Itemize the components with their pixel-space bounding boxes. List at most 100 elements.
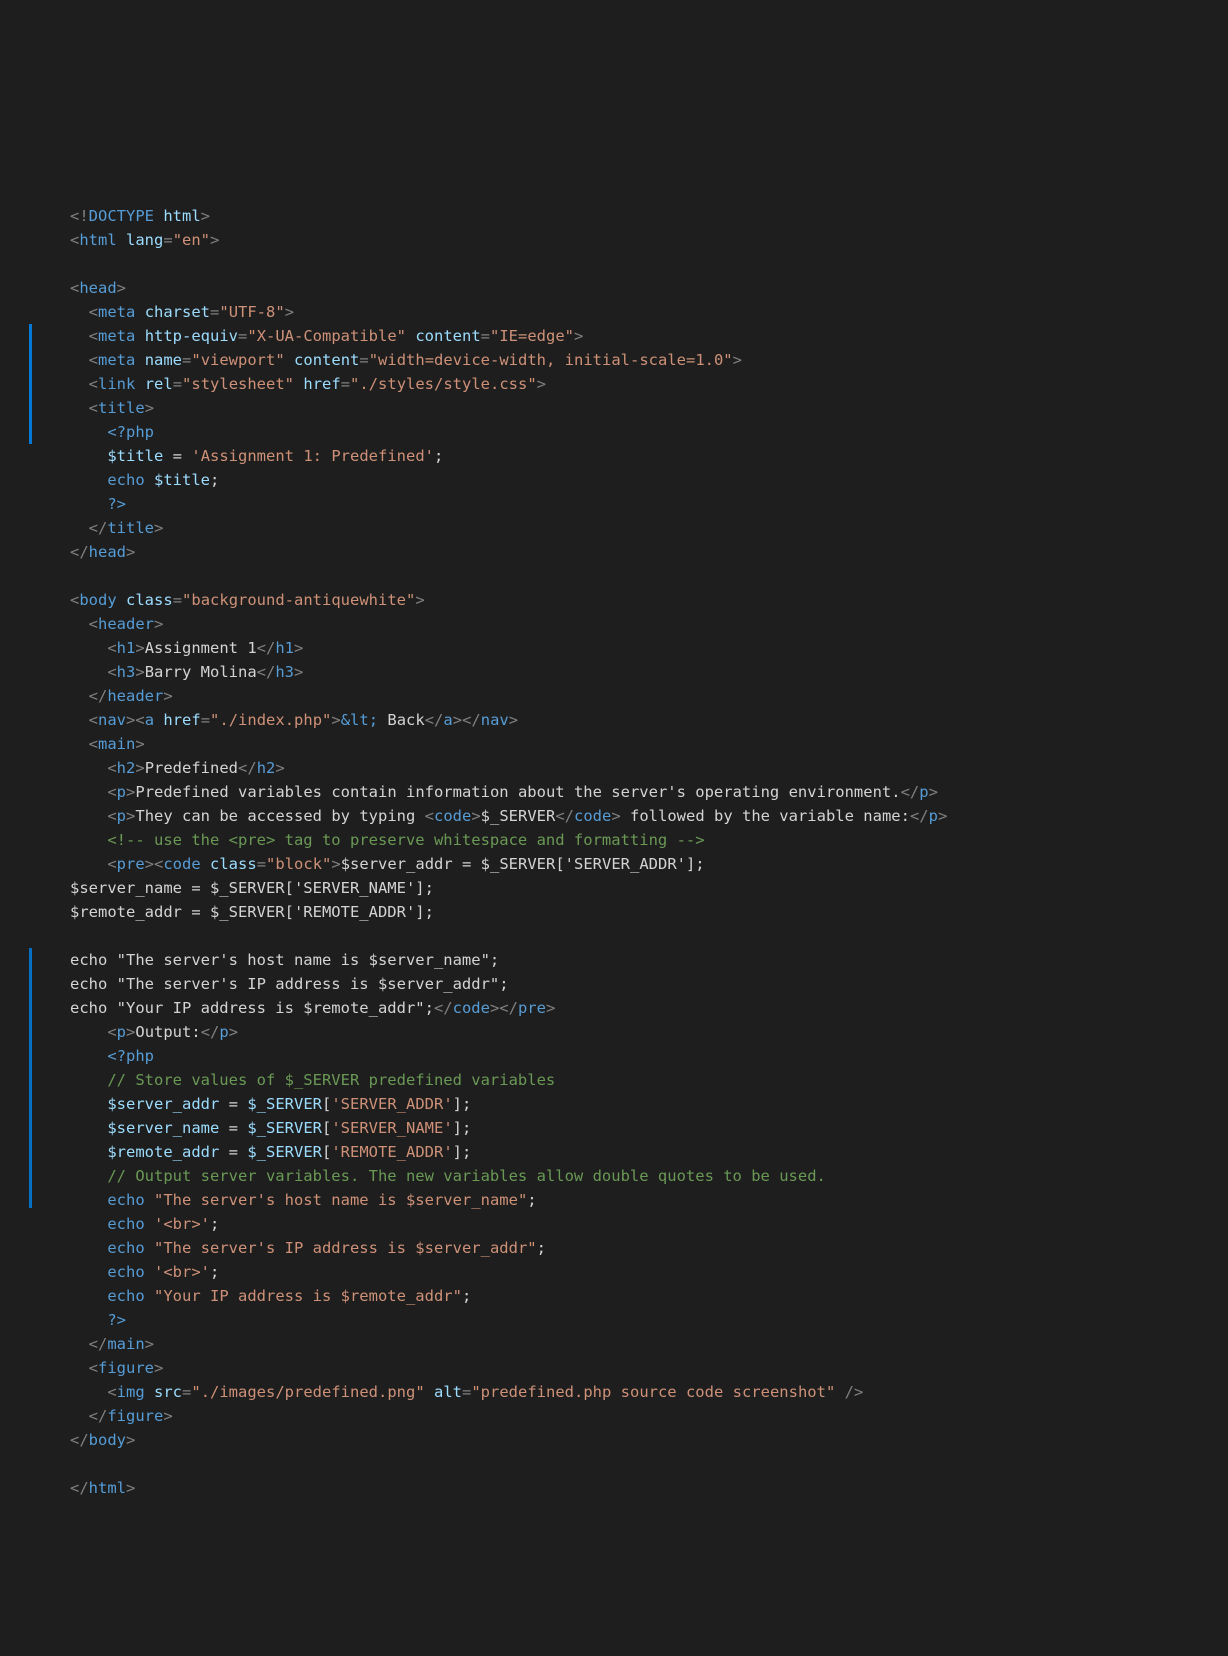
token-txt	[145, 1263, 154, 1281]
code-line: <!DOCTYPE html>	[70, 204, 1228, 228]
token-txt: ];	[453, 1095, 472, 1113]
code-line: <link rel="stylesheet" href="./styles/st…	[70, 372, 1228, 396]
token-pun: >	[546, 999, 555, 1017]
token-pun: =	[173, 375, 182, 393]
code-line: $server_name = $_SERVER['SERVER_NAME'];	[70, 1116, 1228, 1140]
token-pun: >	[537, 375, 546, 393]
token-txt	[70, 1263, 107, 1281]
token-var: $title	[107, 447, 163, 465]
token-attr: charset	[145, 303, 210, 321]
token-str: "UTF-8"	[219, 303, 284, 321]
token-pun: =	[182, 351, 191, 369]
code-line: echo "Your IP address is $remote_addr";<…	[70, 996, 1228, 1020]
token-attr: content	[294, 351, 359, 369]
token-txt	[70, 1167, 107, 1185]
token-str: 'SERVER_ADDR'	[331, 1095, 452, 1113]
token-pun: <	[89, 375, 98, 393]
code-editor[interactable]: <!DOCTYPE html><html lang="en"> <head> <…	[0, 108, 1228, 1524]
token-attr: href	[163, 711, 200, 729]
token-tag: title	[98, 399, 145, 417]
code-content[interactable]: <!DOCTYPE html><html lang="en"> <head> <…	[70, 204, 1228, 1500]
token-txt	[238, 1095, 247, 1113]
code-line: echo '<br>';	[70, 1212, 1228, 1236]
token-txt: ;	[527, 1191, 536, 1209]
token-txt	[145, 1215, 154, 1233]
token-tag: nav	[98, 711, 126, 729]
token-str: "X-UA-Compatible"	[247, 327, 406, 345]
token-tag: meta	[98, 303, 135, 321]
code-line: <figure>	[70, 1356, 1228, 1380]
code-line: echo "The server's host name is $server_…	[70, 1188, 1228, 1212]
token-tag: meta	[98, 351, 135, 369]
token-str: "./index.php"	[210, 711, 331, 729]
token-cmt: // Output server variables. The new vari…	[107, 1167, 826, 1185]
token-tag: nav	[481, 711, 509, 729]
token-txt	[135, 327, 144, 345]
token-pun: >	[938, 807, 947, 825]
token-pun: </	[425, 711, 444, 729]
code-line: <pre><code class="block">$server_addr = …	[70, 852, 1228, 876]
token-pun: >	[415, 591, 424, 609]
token-txt	[70, 807, 107, 825]
token-txt: Predefined	[145, 759, 238, 777]
token-pun: </	[70, 543, 89, 561]
token-pun: >	[145, 1335, 154, 1353]
code-line: <meta charset="UTF-8">	[70, 300, 1228, 324]
token-pun: >	[135, 639, 144, 657]
token-pun: </	[910, 807, 929, 825]
token-var: $remote_addr	[107, 1143, 219, 1161]
code-line: <h2>Predefined</h2>	[70, 756, 1228, 780]
token-pun: <	[89, 351, 98, 369]
token-pun: =	[257, 855, 266, 873]
token-tag: head	[79, 279, 116, 297]
token-txt	[70, 663, 107, 681]
token-pun: =	[359, 351, 368, 369]
token-kw: echo	[107, 1215, 144, 1233]
token-txt: ;	[462, 1287, 471, 1305]
token-php: <?php	[107, 423, 154, 441]
token-php: ?>	[107, 495, 126, 513]
token-pun: >	[126, 543, 135, 561]
token-pun: <	[107, 1023, 116, 1041]
token-txt	[163, 447, 172, 465]
token-pun: >	[154, 1359, 163, 1377]
token-pun: >	[229, 1023, 238, 1041]
token-pun: <	[70, 231, 79, 249]
token-pun: <	[89, 735, 98, 753]
token-txt	[70, 1047, 107, 1065]
token-pun: </	[901, 783, 920, 801]
token-tag: figure	[98, 1359, 154, 1377]
code-line: <?php	[70, 420, 1228, 444]
token-pun: <	[107, 639, 116, 657]
token-str: "Your IP address is $remote_addr"	[154, 1287, 462, 1305]
token-op: =	[229, 1119, 238, 1137]
token-pun: >	[135, 663, 144, 681]
token-txt	[70, 1383, 107, 1401]
token-txt	[219, 1143, 228, 1161]
code-line: </head>	[70, 540, 1228, 564]
token-pun: <	[107, 783, 116, 801]
token-pun: ></	[453, 711, 481, 729]
code-line: $remote_addr = $_SERVER['REMOTE_ADDR'];	[70, 900, 1228, 924]
token-pun: </	[89, 519, 108, 537]
token-txt	[145, 1191, 154, 1209]
token-pun: >	[154, 519, 163, 537]
code-line: echo "Your IP address is $remote_addr";	[70, 1284, 1228, 1308]
token-txt	[238, 1119, 247, 1137]
token-txt: ;	[210, 471, 219, 489]
token-tag: title	[107, 519, 154, 537]
token-txt	[117, 591, 126, 609]
token-tag: code	[434, 807, 471, 825]
token-txt: echo "Your IP address is $remote_addr";	[70, 999, 434, 1017]
token-pun: </	[89, 1407, 108, 1425]
token-txt	[70, 375, 89, 393]
token-txt: [	[322, 1095, 331, 1113]
token-txt: ;	[434, 447, 443, 465]
token-pun: <	[70, 279, 79, 297]
token-txt	[135, 303, 144, 321]
token-php: <?php	[107, 1047, 154, 1065]
token-txt	[70, 1335, 89, 1353]
code-line: ?>	[70, 492, 1228, 516]
token-txt	[201, 855, 210, 873]
token-var: $title	[154, 471, 210, 489]
